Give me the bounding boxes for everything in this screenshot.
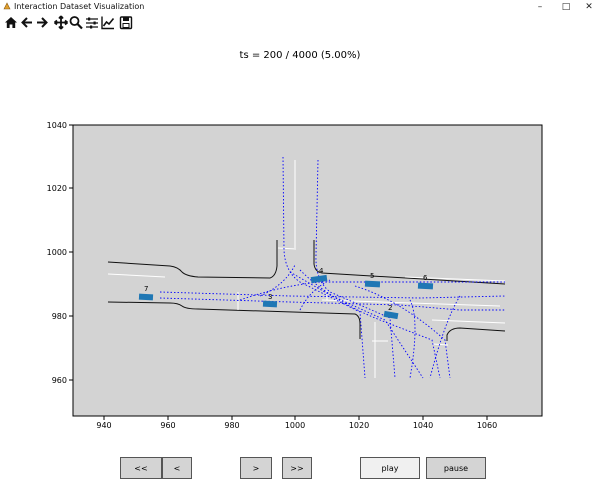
x-tick-label: 1040 (413, 421, 433, 430)
last-frame-button[interactable]: >> (282, 457, 312, 479)
y-tick-label: 980 (52, 312, 67, 321)
x-tick-label: 940 (96, 421, 111, 430)
next-frame-button[interactable]: > (240, 457, 272, 479)
vehicle-id: 5 (370, 272, 374, 280)
vehicle-id: 2 (388, 304, 392, 312)
x-tick-label: 1060 (477, 421, 497, 430)
x-tick-label: 980 (224, 421, 239, 430)
vehicle-id: 4 (319, 267, 324, 275)
y-tick-label: 1000 (47, 248, 67, 257)
y-tick-label: 1040 (47, 121, 67, 130)
y-tick-label: 960 (52, 376, 67, 385)
play-button[interactable]: play (360, 457, 420, 479)
x-tick-label: 960 (160, 421, 175, 430)
vehicle-id: 6 (423, 274, 428, 282)
pause-button[interactable]: pause (426, 457, 486, 479)
first-frame-button[interactable]: << (120, 457, 162, 479)
vehicle-id: 3 (268, 293, 272, 301)
y-tick-label: 1020 (47, 184, 67, 193)
axes-background (72, 124, 543, 417)
vehicle-id: 7 (144, 285, 148, 293)
prev-frame-button[interactable]: < (162, 457, 192, 479)
x-tick-label: 1000 (285, 421, 305, 430)
plot-area: 940 960 980 1000 1020 1040 1060 1040 102… (47, 121, 543, 430)
x-tick-label: 1020 (349, 421, 369, 430)
